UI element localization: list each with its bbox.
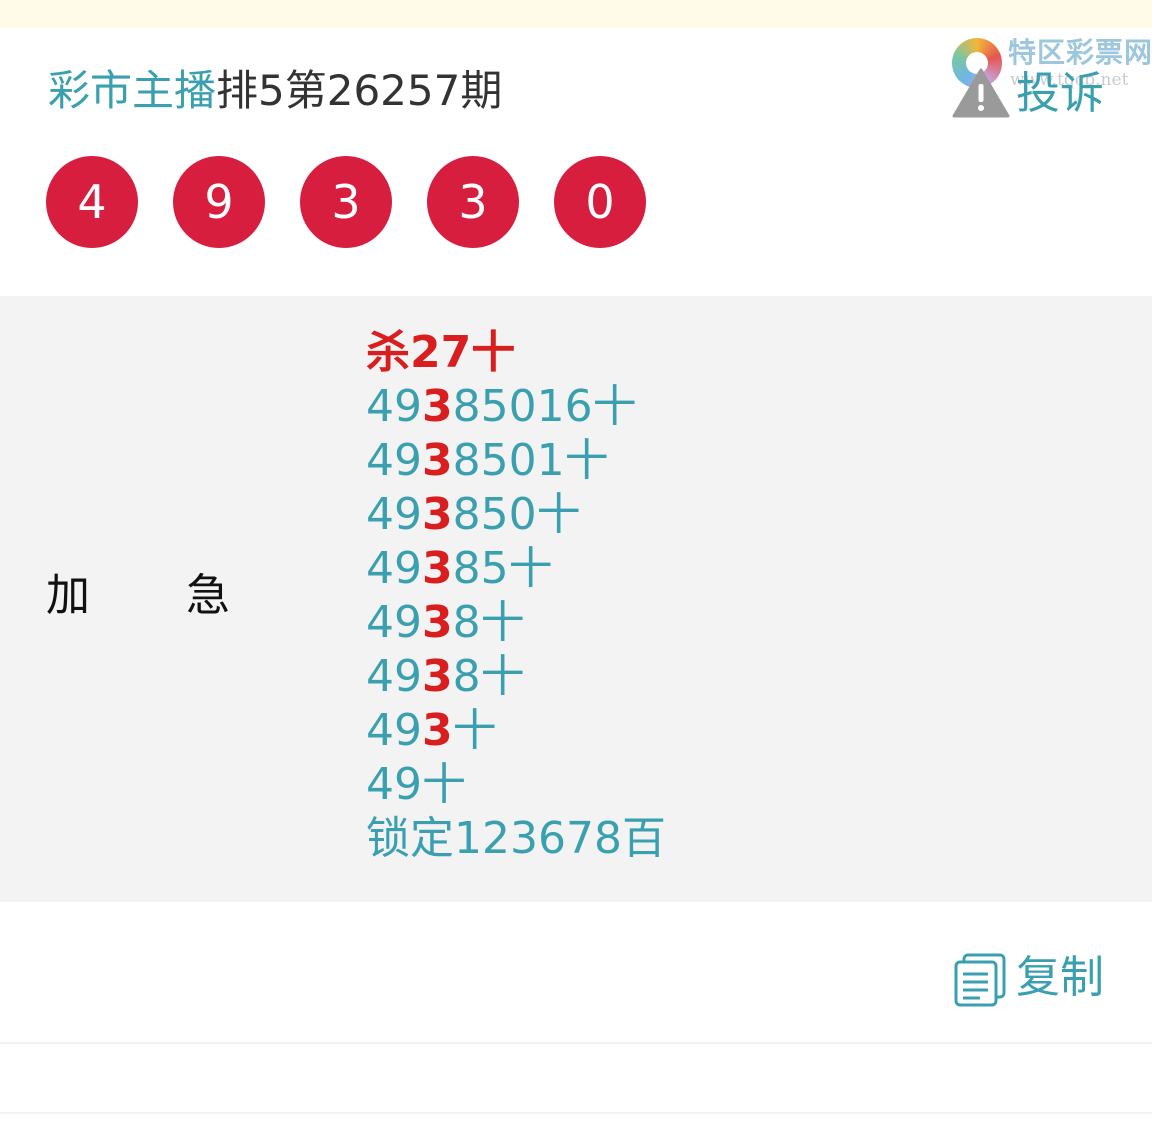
copy-document-icon <box>954 953 1006 1007</box>
prediction-line: 锁定123678百 <box>366 812 1066 866</box>
line-highlight: 3 <box>422 381 453 432</box>
line-prefix: 49 <box>366 381 422 432</box>
section-divider <box>0 1042 1152 1044</box>
line-suffix: 85十 <box>452 543 553 594</box>
line-highlight: 3 <box>422 705 453 756</box>
line-prefix: 49 <box>366 759 422 810</box>
bottom-divider <box>0 1112 1152 1114</box>
copy-row: 复制 <box>0 902 1152 1042</box>
warning-triangle-icon <box>952 68 1010 118</box>
kill-line: 杀27十 <box>366 327 516 378</box>
prediction-line: 49385016十 <box>366 380 1066 434</box>
top-strip <box>0 0 1152 28</box>
prediction-content: 加 急 杀27十 49385016十 4938501十 493850十 4938… <box>0 296 1152 902</box>
copy-label: 复制 <box>1016 952 1104 1003</box>
number-ball: 9 <box>173 156 265 248</box>
number-ball: 3 <box>427 156 519 248</box>
post-title: 彩市主播排5第26257期 <box>48 66 502 116</box>
urgent-label-left: 加 <box>46 570 90 621</box>
winning-numbers: 4 9 3 3 0 <box>46 156 666 248</box>
urgent-label-right: 急 <box>186 570 230 621</box>
number-ball: 4 <box>46 156 138 248</box>
line-prefix: 49 <box>366 543 422 594</box>
line-prefix: 49 <box>366 705 422 756</box>
prediction-line: 4938十 <box>366 650 1066 704</box>
line-prefix: 49 <box>366 489 422 540</box>
prediction-line: 4938十 <box>366 596 1066 650</box>
author-name[interactable]: 彩市主播 <box>48 66 216 115</box>
report-button[interactable]: 投诉 <box>952 66 1122 122</box>
line-suffix: 十 <box>452 705 497 756</box>
line-suffix: 850十 <box>452 489 581 540</box>
line-suffix: 十 <box>422 759 466 810</box>
line-prefix: 49 <box>366 435 422 486</box>
line-prefix: 49 <box>366 597 422 648</box>
prediction-line: 49十 <box>366 758 1066 812</box>
watermark-site-name: 特区彩票网 <box>1008 36 1152 69</box>
prediction-line: 49385十 <box>366 542 1066 596</box>
number-ball: 0 <box>554 156 646 248</box>
post-header: 彩市主播排5第26257期 特区彩票网 www.tqcp.net 投诉 4 9 … <box>0 28 1152 296</box>
line-prefix: 锁定123678百 <box>366 813 666 864</box>
issue-title: 排5第26257期 <box>216 66 503 115</box>
copy-button[interactable]: 复制 <box>952 948 1122 1010</box>
prediction-lines: 杀27十 49385016十 4938501十 493850十 49385十 4… <box>366 326 1066 866</box>
prediction-line: 4938501十 <box>366 434 1066 488</box>
number-ball: 3 <box>300 156 392 248</box>
line-suffix: 8501十 <box>452 435 609 486</box>
line-highlight: 3 <box>422 597 453 648</box>
line-highlight: 3 <box>422 543 453 594</box>
line-suffix: 8十 <box>452 597 525 648</box>
line-highlight: 3 <box>422 489 453 540</box>
line-prefix: 49 <box>366 651 422 702</box>
prediction-line: 493十 <box>366 704 1066 758</box>
line-suffix: 8十 <box>452 651 525 702</box>
report-label: 投诉 <box>1016 68 1104 119</box>
line-suffix: 85016十 <box>452 381 637 432</box>
line-highlight: 3 <box>422 651 453 702</box>
line-highlight: 3 <box>422 435 453 486</box>
prediction-line: 493850十 <box>366 488 1066 542</box>
